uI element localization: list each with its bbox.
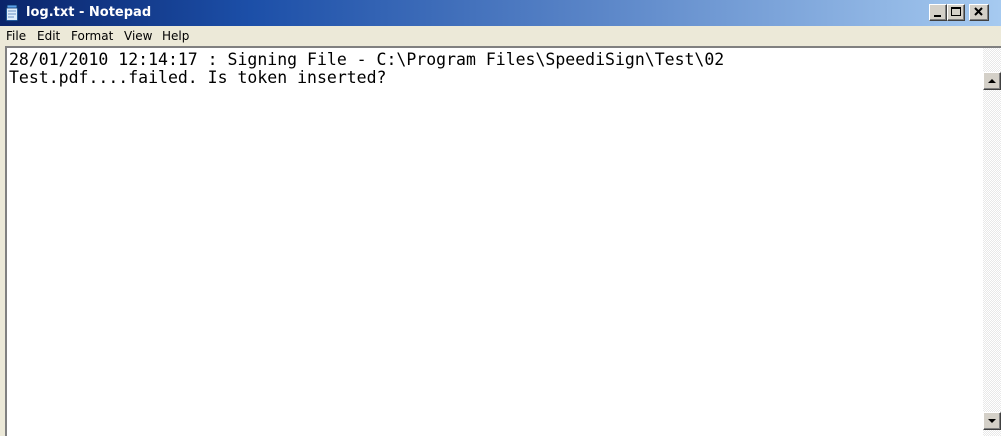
window-title: log.txt - Notepad — [26, 5, 152, 20]
editor-line: Test.pdf....failed. Is token inserted? — [9, 68, 387, 87]
close-icon — [974, 7, 983, 16]
minimize-button[interactable] — [929, 4, 947, 21]
maximize-icon — [951, 7, 961, 16]
maximize-button[interactable] — [947, 4, 965, 21]
text-editor[interactable]: 28/01/2010 12:14:17 : Signing File - C:\… — [5, 46, 1001, 436]
arrow-down-icon — [988, 419, 996, 423]
title-bar[interactable]: log.txt - Notepad — [0, 0, 1001, 26]
minimize-icon — [934, 15, 941, 17]
menu-edit[interactable]: Edit — [37, 26, 60, 46]
menu-help[interactable]: Help — [162, 26, 189, 46]
notepad-window: log.txt - Notepad File Edit Format View … — [0, 0, 1001, 436]
scroll-down-button[interactable] — [983, 412, 1001, 430]
menu-bar: File Edit Format View Help — [0, 26, 1001, 46]
editor-content[interactable]: 28/01/2010 12:14:17 : Signing File - C:\… — [9, 51, 969, 87]
menu-view[interactable]: View — [124, 26, 152, 46]
menu-format[interactable]: Format — [71, 26, 113, 46]
menu-file[interactable]: File — [6, 26, 26, 46]
scroll-up-button[interactable] — [983, 72, 1001, 90]
arrow-up-icon — [988, 79, 996, 83]
close-button[interactable] — [969, 4, 1001, 21]
notepad-icon[interactable] — [4, 4, 22, 22]
vertical-scrollbar[interactable] — [983, 48, 1001, 436]
editor-line: 28/01/2010 12:14:17 : Signing File - C:\… — [9, 50, 725, 69]
